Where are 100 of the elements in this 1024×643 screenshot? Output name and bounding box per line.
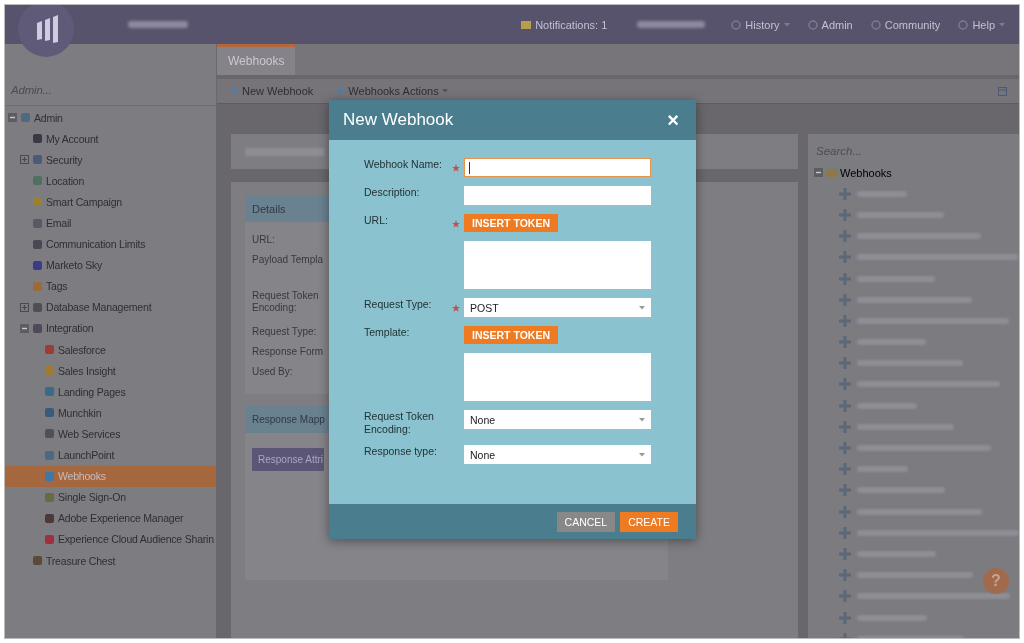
tree-item[interactable]: Security	[5, 149, 216, 171]
webhook-icon	[839, 547, 851, 560]
tree-item[interactable]: Single Sign-On	[5, 486, 216, 508]
menu-item-icon	[32, 259, 43, 271]
menu-item-icon	[44, 386, 55, 398]
tree-item[interactable]: Webhooks	[814, 162, 1019, 184]
tree-item[interactable]: Smart Campaign	[5, 191, 216, 213]
webhook-icon	[839, 357, 851, 370]
tree-item[interactable]: Database Management	[5, 296, 216, 318]
text-field[interactable]	[464, 158, 651, 177]
field-label: Payload Templa	[252, 253, 324, 267]
plus-icon	[335, 86, 346, 96]
tree-item[interactable]: Treasure Chest	[5, 549, 216, 572]
notifications-link[interactable]: Notifications: 1	[535, 18, 608, 31]
menu-icon	[731, 19, 742, 30]
tree-item[interactable]: Landing Pages	[5, 381, 216, 403]
field-label: Request Type:	[364, 297, 432, 310]
tree-item[interactable]: Email	[5, 212, 216, 234]
menu-item-icon	[44, 407, 55, 419]
nav-link[interactable]: Admin	[821, 18, 853, 31]
insert-token-button[interactable]: INSERT TOKEN	[464, 326, 558, 344]
notification-icon	[521, 19, 532, 30]
dialog-title: New Webhook	[343, 110, 454, 130]
tree-item[interactable]: LaunchPoint	[5, 444, 216, 466]
redacted-text	[128, 21, 188, 28]
cancel-button[interactable]: CANCEL	[556, 511, 616, 532]
window-icon[interactable]	[998, 86, 1007, 96]
caret-icon	[639, 305, 645, 310]
caret-icon	[639, 417, 645, 422]
collapse-icon[interactable]	[20, 324, 29, 333]
expand-icon[interactable]	[20, 302, 29, 312]
redacted-text	[637, 21, 706, 28]
webhook-icon	[839, 569, 851, 582]
menu-item-icon	[32, 555, 43, 566]
menu-item-icon	[32, 238, 43, 250]
dropdown[interactable]: POST	[464, 298, 651, 317]
webhook-icon	[839, 230, 851, 243]
create-button[interactable]: CREATE	[620, 511, 678, 532]
field-label: Response type:	[364, 444, 437, 457]
webhook-icon	[839, 293, 851, 306]
webhook-icon	[839, 484, 851, 497]
nav-link[interactable]: Help	[972, 18, 995, 31]
tree-item[interactable]: Adobe Experience Manager	[5, 507, 216, 529]
tree-item[interactable]: My Account	[5, 128, 216, 150]
dropdown[interactable]: None	[464, 410, 651, 429]
folder-icon	[826, 167, 837, 179]
required-icon	[452, 164, 460, 172]
required-icon	[452, 220, 460, 228]
field-label: Description:	[364, 185, 420, 198]
nav-link[interactable]: History	[745, 18, 780, 31]
response-attributes-button[interactable]: Response Attri	[252, 448, 325, 471]
tree-item[interactable]: Munchkin	[5, 402, 216, 424]
tree-item[interactable]: Webhooks	[5, 465, 216, 487]
menu-item-icon	[44, 449, 55, 461]
tree-item[interactable]: Admin	[5, 107, 216, 129]
menu-item-icon	[44, 428, 55, 440]
webhook-icon	[839, 272, 851, 285]
menu-item-icon	[32, 196, 43, 208]
tree-item[interactable]: Integration	[5, 317, 216, 340]
webhook-icon	[839, 187, 851, 200]
webhook-icon	[839, 378, 851, 391]
tree-item[interactable]: Experience Cloud Audience Sharin	[5, 528, 216, 550]
tree-item[interactable]: Communication Limits	[5, 233, 216, 255]
menu-item-icon	[32, 323, 43, 334]
collapse-icon[interactable]	[814, 168, 823, 178]
tree-item[interactable]: Marketo Sky	[5, 254, 216, 276]
webhook-icon	[839, 505, 851, 518]
menu-item-icon	[32, 154, 43, 166]
tree-item[interactable]: Tags	[5, 275, 216, 297]
webhook-icon	[839, 442, 851, 455]
webhook-icon	[839, 336, 851, 349]
required-icon	[452, 304, 460, 312]
tab[interactable]: Webhooks	[217, 44, 296, 75]
insert-token-button[interactable]: INSERT TOKEN	[464, 214, 558, 232]
menu-icon	[807, 19, 818, 30]
menu-item-icon	[44, 512, 55, 524]
nav-link[interactable]: Community	[884, 18, 941, 31]
menu-item-icon	[32, 301, 43, 313]
close-button[interactable]: ×	[667, 110, 679, 130]
webhook-icon	[839, 251, 851, 264]
webhook-icon	[839, 314, 851, 327]
menu-item-icon	[44, 470, 55, 482]
webhook-icon	[839, 399, 851, 412]
caret-icon	[999, 22, 1005, 27]
webhook-icon	[839, 526, 851, 539]
field-label: Request Token Encoding:	[364, 409, 434, 435]
tree-item[interactable]: Location	[5, 170, 216, 192]
tree-item[interactable]: Salesforce	[5, 339, 216, 361]
menu-item-icon	[32, 175, 43, 187]
dropdown[interactable]: None	[464, 445, 651, 464]
menu-icon	[870, 19, 881, 30]
plus-icon	[229, 86, 239, 96]
collapse-icon[interactable]	[8, 113, 17, 123]
tree-item[interactable]: Sales Insight	[5, 360, 216, 382]
tree-item[interactable]: Web Services	[5, 423, 216, 445]
field-label: Request Type:	[252, 325, 318, 339]
toolbar-button[interactable]: New Webhook	[242, 85, 314, 97]
toolbar-button[interactable]: Webhooks Actions	[348, 85, 439, 97]
webhook-icon	[839, 463, 851, 476]
expand-icon[interactable]	[20, 155, 29, 165]
